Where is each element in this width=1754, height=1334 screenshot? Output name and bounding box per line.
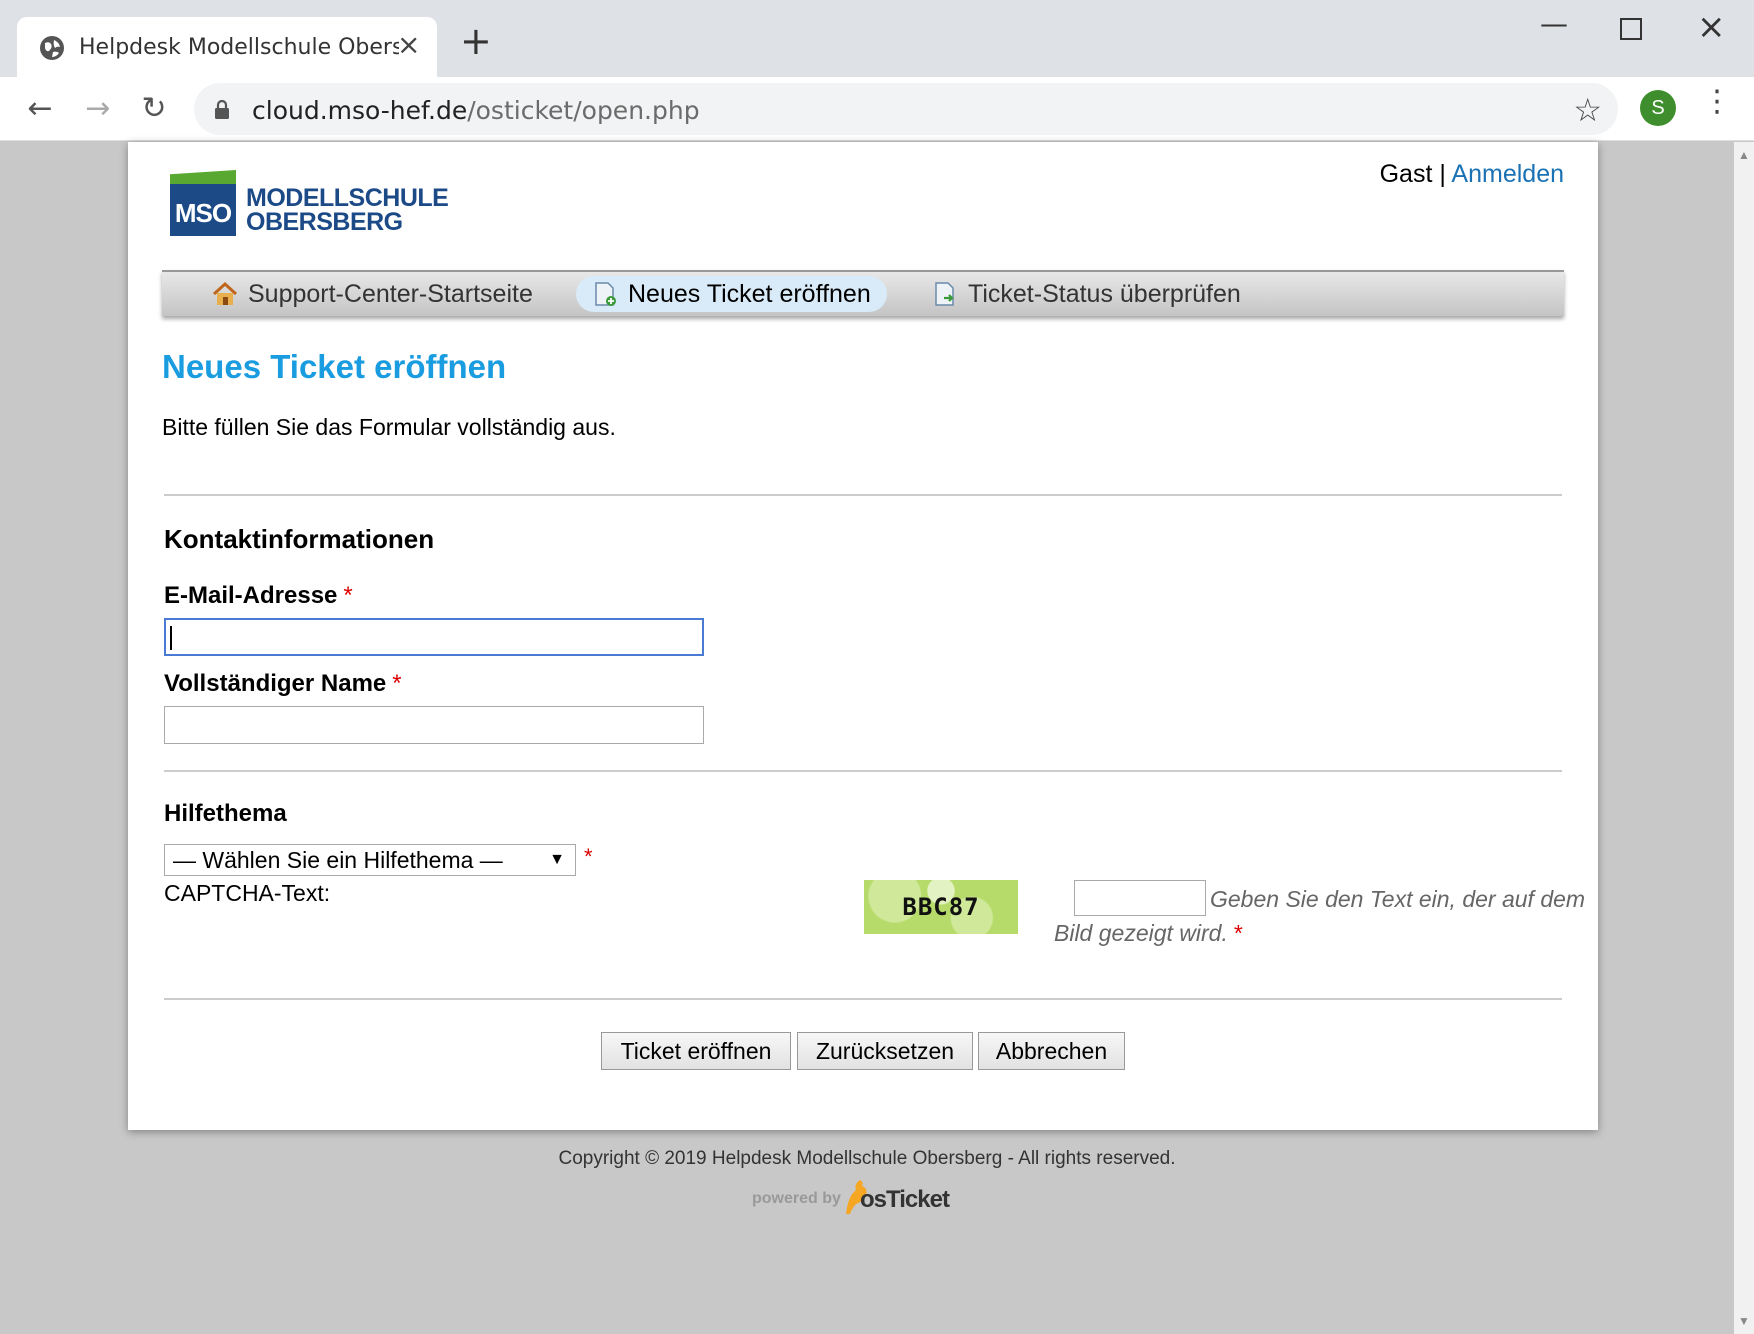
logo-green-bar xyxy=(170,170,236,184)
divider xyxy=(164,998,1562,1000)
name-label: Vollständiger Name * xyxy=(164,670,402,698)
help-topic-heading: Hilfethema xyxy=(164,800,287,827)
page-viewport: MSO MODELLSCHULE OBERSBERG Gast | Anmeld… xyxy=(0,142,1734,1334)
scroll-up-icon[interactable]: ▲ xyxy=(1738,148,1750,162)
email-label-text: E-Mail-Adresse xyxy=(164,582,338,609)
required-marker: * xyxy=(392,670,402,697)
powered-by-osticket[interactable]: powered by osTicket xyxy=(752,1176,952,1216)
open-ticket-button[interactable]: Ticket eröffnen xyxy=(601,1032,791,1070)
captcha-hint: Geben Sie den Text ein, der auf dem Bild… xyxy=(1054,882,1594,950)
address-bar[interactable]: cloud.mso-hef.de/osticket/open.php ☆ xyxy=(194,83,1618,135)
login-link[interactable]: Anmelden xyxy=(1451,160,1564,188)
reset-button[interactable]: Zurücksetzen xyxy=(797,1032,973,1070)
captcha-hint-text: Geben Sie den Text ein, der auf dem Bild… xyxy=(1054,886,1586,946)
captcha-image: BBC87 xyxy=(864,880,1018,934)
cancel-button[interactable]: Abbrechen xyxy=(978,1032,1125,1070)
url-text: cloud.mso-hef.de/osticket/open.php xyxy=(252,96,700,125)
vertical-scrollbar[interactable]: ▲ ▼ xyxy=(1734,142,1754,1334)
browser-toolbar: ← → ↻ cloud.mso-hef.de/osticket/open.php… xyxy=(0,77,1754,141)
reload-icon[interactable]: ↻ xyxy=(136,91,172,127)
window-close-icon[interactable]: × xyxy=(1697,10,1726,44)
logo-mark: MSO xyxy=(170,184,236,236)
user-bar-separator: | xyxy=(1439,160,1446,188)
maximize-icon[interactable] xyxy=(1620,18,1642,40)
lock-icon xyxy=(215,99,229,119)
minimize-icon[interactable]: — xyxy=(1540,10,1568,38)
nav-item-ticket-status[interactable]: Ticket-Status überprüfen xyxy=(916,276,1257,312)
text-caret xyxy=(170,626,172,650)
nav-item-label: Support-Center-Startseite xyxy=(248,280,533,308)
required-marker: * xyxy=(1233,920,1243,946)
nav-item-home[interactable]: Support-Center-Startseite xyxy=(196,276,549,312)
back-arrow-icon[interactable]: ← xyxy=(22,91,58,127)
scroll-down-icon[interactable]: ▼ xyxy=(1738,1314,1750,1328)
captcha-label: CAPTCHA-Text: xyxy=(164,880,331,906)
footer-copyright: Copyright © 2019 Helpdesk Modellschule O… xyxy=(558,1148,1176,1169)
new-tab-icon[interactable]: + xyxy=(460,22,492,60)
contact-section-heading: Kontaktinformationen xyxy=(164,524,435,554)
browser-tab-strip: Helpdesk Modellschule Obersberg × + — × xyxy=(0,0,1754,77)
page-title: Neues Ticket eröffnen xyxy=(162,348,507,385)
name-label-text: Vollständiger Name xyxy=(164,670,387,697)
browser-menu-icon[interactable]: ⋮ xyxy=(1702,87,1732,117)
main-nav: Support-Center-Startseite Neues Ticket e… xyxy=(162,270,1564,316)
ticket-status-icon xyxy=(935,282,954,306)
full-name-field[interactable] xyxy=(164,706,704,744)
guest-label: Gast xyxy=(1379,160,1433,188)
intro-text: Bitte füllen Sie das Formular vollständi… xyxy=(162,414,616,440)
url-path: /osticket/open.php xyxy=(467,96,700,125)
powered-by-label: powered by xyxy=(752,1190,841,1207)
help-topic-selected: — Wählen Sie ein Hilfethema — xyxy=(173,847,503,873)
nav-item-label: Neues Ticket eröffnen xyxy=(628,280,871,308)
logo-text-line2: OBERSBERG xyxy=(246,208,403,236)
home-icon xyxy=(212,281,238,305)
profile-avatar[interactable]: S xyxy=(1640,90,1676,126)
divider xyxy=(164,770,1562,772)
page-container: MSO MODELLSCHULE OBERSBERG Gast | Anmeld… xyxy=(128,142,1598,1130)
nav-item-new-ticket[interactable]: Neues Ticket eröffnen xyxy=(576,276,887,312)
required-marker: * xyxy=(584,844,593,869)
tab-close-icon[interactable]: × xyxy=(397,31,420,59)
email-field[interactable] xyxy=(164,618,704,656)
forward-arrow-icon[interactable]: → xyxy=(80,91,116,127)
email-label: E-Mail-Adresse * xyxy=(164,582,353,610)
browser-tab[interactable]: Helpdesk Modellschule Obersberg × xyxy=(17,17,437,77)
user-bar: Gast | Anmelden xyxy=(1380,160,1564,189)
dropdown-arrow-icon: ▼ xyxy=(549,851,565,868)
bookmark-star-icon[interactable]: ☆ xyxy=(1573,91,1602,129)
divider xyxy=(164,494,1562,496)
osticket-brand-text: osTicket xyxy=(860,1186,950,1213)
tab-title: Helpdesk Modellschule Obersberg xyxy=(79,35,399,60)
required-marker: * xyxy=(343,582,353,609)
site-logo[interactable]: MSO MODELLSCHULE OBERSBERG xyxy=(170,170,450,240)
url-host: cloud.mso-hef.de xyxy=(252,96,468,125)
nav-item-label: Ticket-Status überprüfen xyxy=(968,280,1241,308)
new-ticket-icon xyxy=(595,282,616,306)
globe-icon xyxy=(40,36,64,60)
help-topic-select[interactable]: — Wählen Sie ein Hilfethema — ▼ xyxy=(164,844,576,876)
